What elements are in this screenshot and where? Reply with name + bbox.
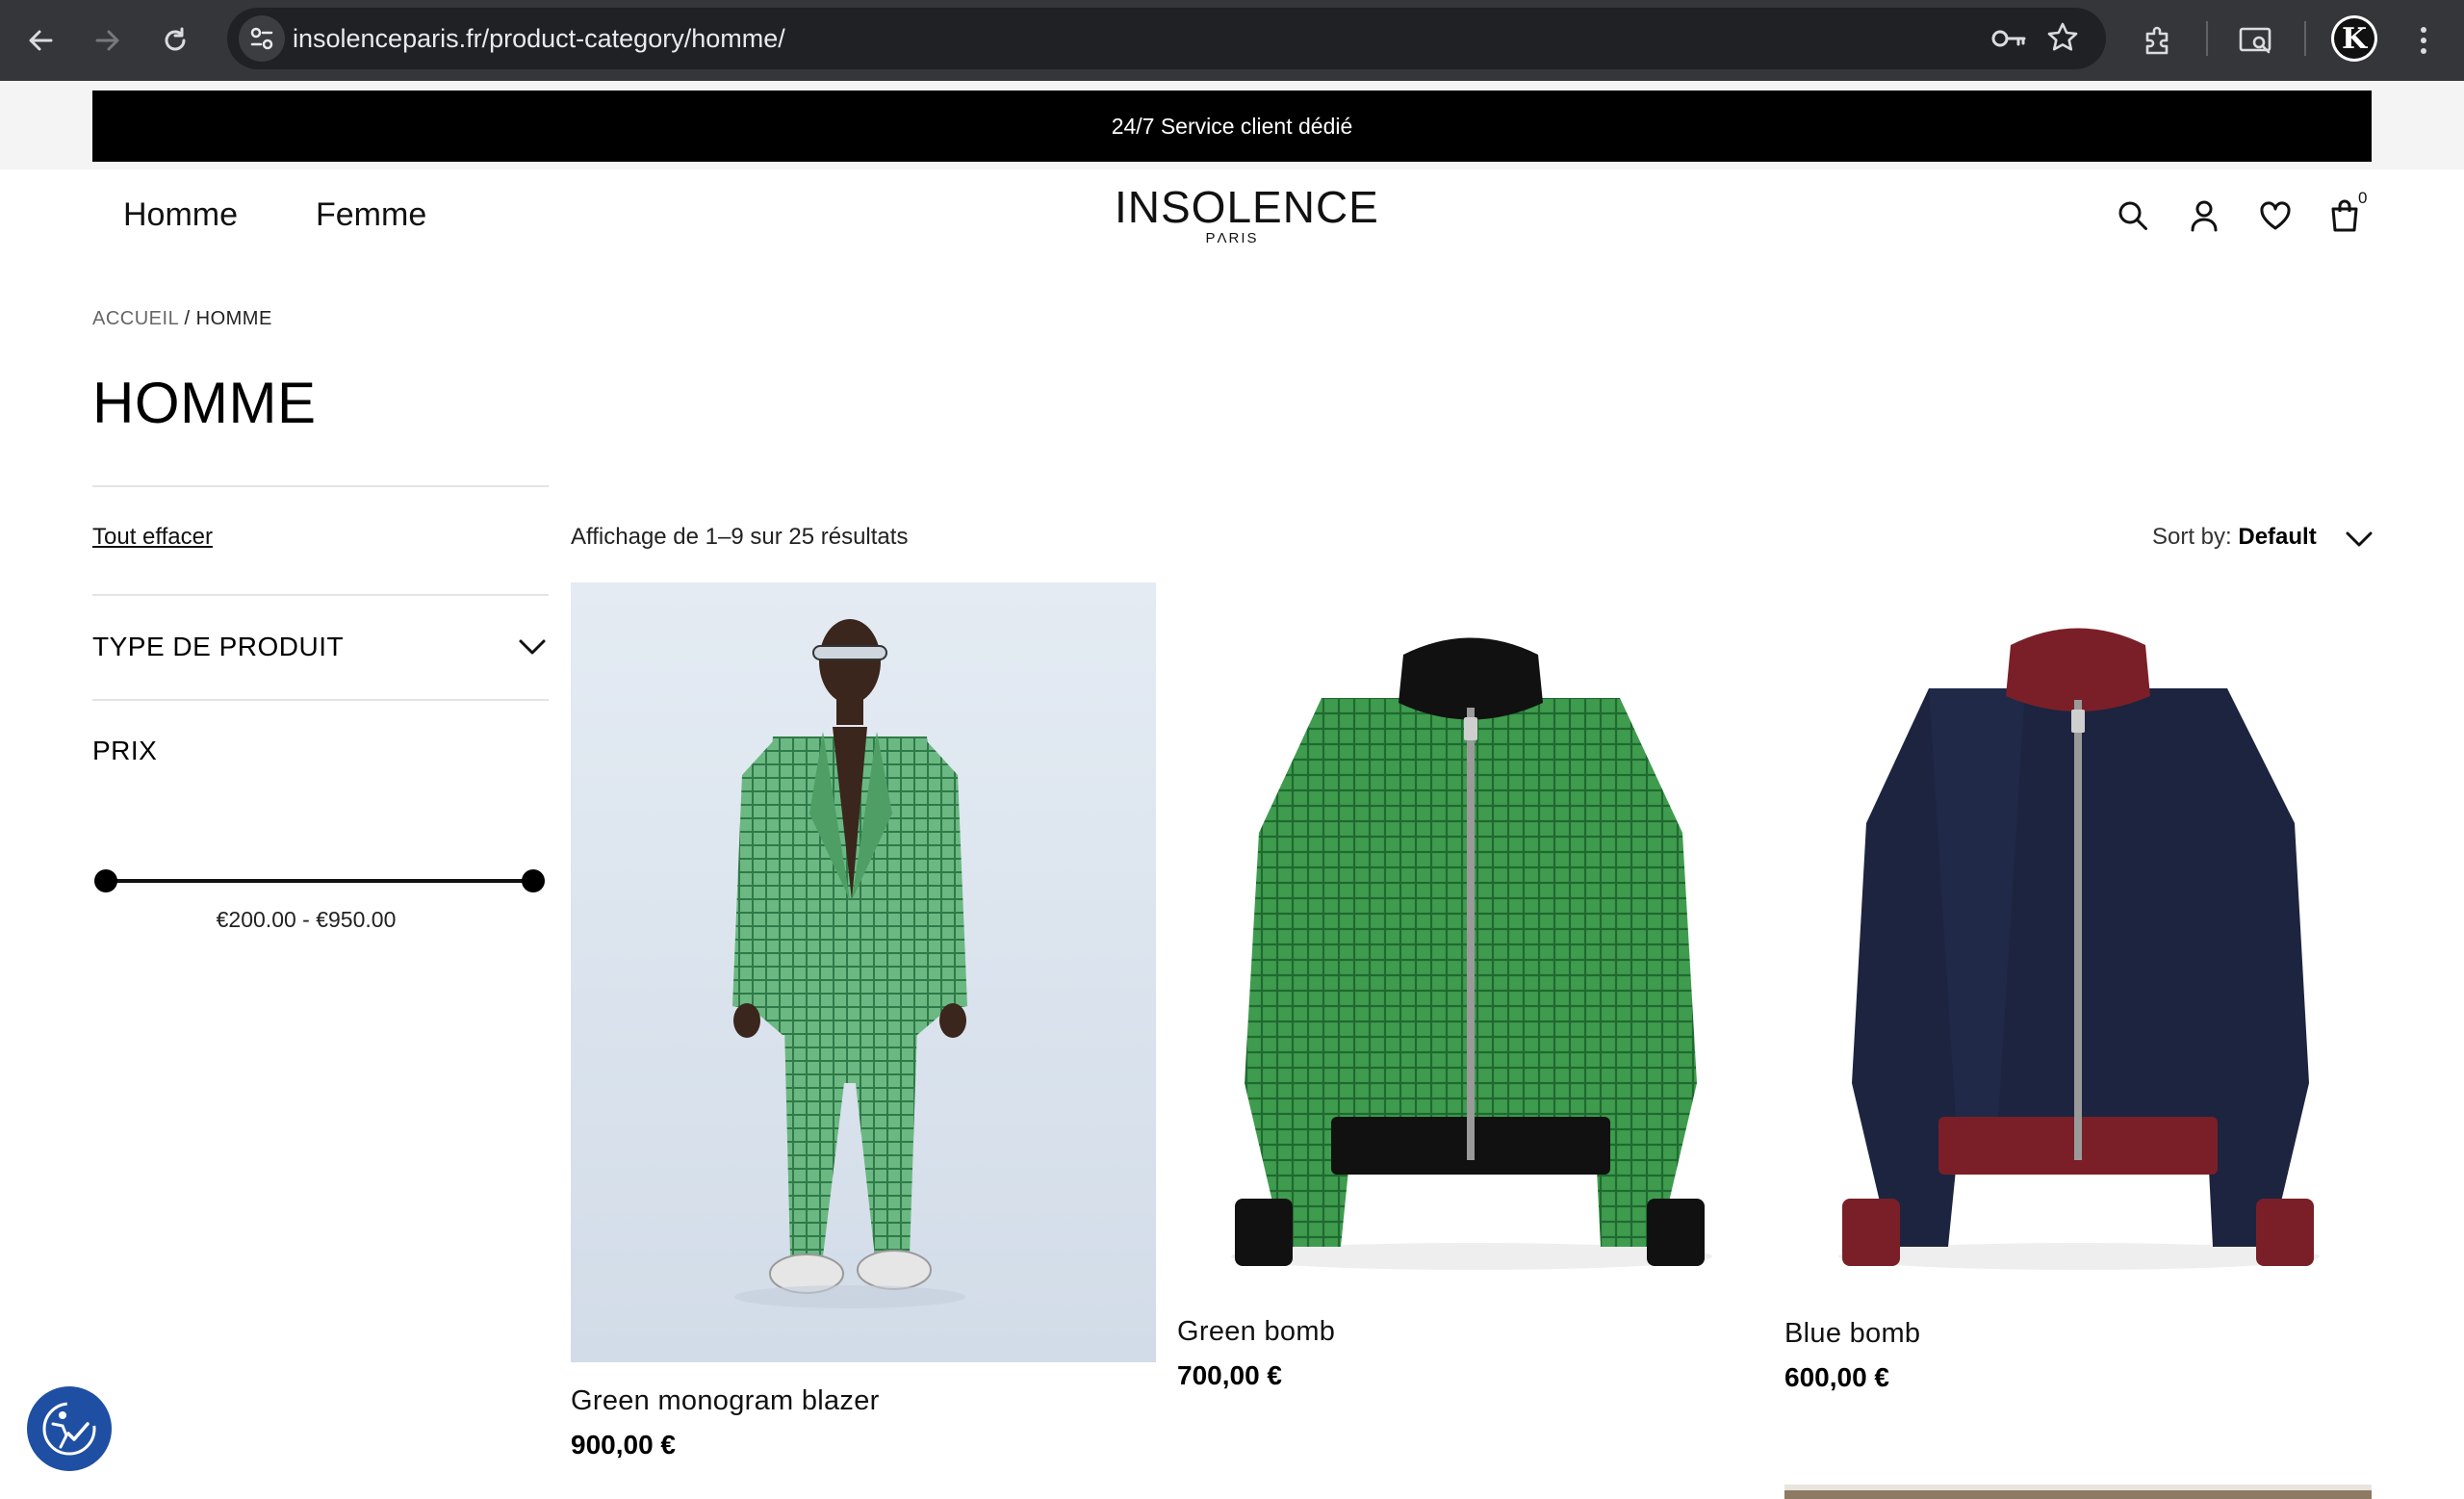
site-logo[interactable]: INSOLENCE PΛRIS xyxy=(1115,182,1379,246)
reload-icon xyxy=(165,27,186,51)
price-range-text: €200.00 - €950.00 xyxy=(216,907,397,932)
nav-link-femme[interactable]: Femme xyxy=(316,196,426,234)
sort-label: Sort by: xyxy=(2152,524,2232,550)
account-icon[interactable] xyxy=(2181,193,2227,239)
wishlist-heart-icon[interactable] xyxy=(2252,193,2298,239)
reload-button[interactable] xyxy=(152,17,198,64)
announcement-strip: 24/7 Service client dédié xyxy=(0,81,2464,169)
product-card[interactable]: Blue bomb 600,00 € xyxy=(1784,582,2372,1468)
address-bar[interactable]: insolenceparis.fr/product-category/homme… xyxy=(227,8,2106,69)
kebab-menu-icon xyxy=(2421,27,2426,54)
web-page: 24/7 Service client dédié Homme Femme IN… xyxy=(0,81,2464,1499)
product-name[interactable]: Green bomb xyxy=(1177,1316,1335,1348)
bookmark-star-icon[interactable] xyxy=(2046,21,2079,54)
slider-max-handle[interactable] xyxy=(522,869,545,892)
price-range-slider[interactable] xyxy=(94,866,545,895)
logo-subtext: PΛRIS xyxy=(1205,230,1259,246)
product-price: 700,00 € xyxy=(1177,1360,1282,1390)
clear-filters-link[interactable]: Tout effacer xyxy=(92,524,213,551)
slider-min-handle[interactable] xyxy=(94,869,117,892)
product-name[interactable]: Green monogram blazer xyxy=(571,1385,880,1417)
password-key-icon[interactable] xyxy=(1990,23,2027,54)
browser-toolbar: insolenceparis.fr/product-category/homme… xyxy=(0,0,2464,81)
sidebar-divider xyxy=(92,594,549,596)
toolbar-divider xyxy=(2304,21,2306,56)
sidebar-divider xyxy=(92,485,549,487)
breadcrumb-separator: / xyxy=(178,308,196,329)
forward-arrow-icon xyxy=(95,30,119,51)
sort-value: Default xyxy=(2238,524,2317,550)
chevron-down-icon[interactable] xyxy=(518,637,547,661)
lens-search-button[interactable] xyxy=(2231,15,2281,65)
logo-wordmark: INSOLENCE xyxy=(1115,182,1379,232)
profile-avatar[interactable]: K xyxy=(2331,15,2377,62)
product-card[interactable]: Green bomb 700,00 € xyxy=(1177,582,1762,1468)
puzzle-icon xyxy=(2145,26,2169,55)
product-price: 900,00 € xyxy=(571,1430,676,1460)
slider-track xyxy=(104,879,533,883)
forward-button[interactable] xyxy=(85,17,131,64)
sort-dropdown[interactable]: Sort by: Default xyxy=(2152,524,2317,551)
product-image-green-monogram-blazer[interactable] xyxy=(571,582,1156,1362)
cart-count-badge: 0 xyxy=(2358,189,2368,207)
product-price: 600,00 € xyxy=(1784,1362,1889,1392)
breadcrumb-link-accueil[interactable]: ACCUEIL xyxy=(92,308,178,329)
site-settings-icon[interactable] xyxy=(239,15,285,62)
facet-price-label: PRIX xyxy=(92,736,158,765)
breadcrumb-current: HOMME xyxy=(195,308,272,329)
page-title: HOMME xyxy=(92,371,317,435)
announcement-bar: 24/7 Service client dédié xyxy=(92,90,2372,162)
back-arrow-icon xyxy=(29,30,53,51)
chevron-down-icon[interactable] xyxy=(2345,530,2374,554)
announcement-text: 24/7 Service client dédié xyxy=(1111,113,1353,139)
product-image-green-bomb[interactable] xyxy=(1177,582,1762,1295)
back-button[interactable] xyxy=(17,17,64,64)
nav-link-homme[interactable]: Homme xyxy=(123,196,238,234)
profile-initial: K xyxy=(2334,18,2374,59)
facet-product-type-toggle[interactable]: TYPE DE PRODUIT xyxy=(92,632,344,662)
browser-menu-button[interactable] xyxy=(2399,15,2449,65)
next-product-image-peek-top xyxy=(1784,1485,2372,1490)
accessibility-button[interactable] xyxy=(27,1386,112,1471)
sidebar-divider xyxy=(92,699,549,701)
search-icon[interactable] xyxy=(2110,193,2156,239)
breadcrumb: ACCUEIL / HOMME xyxy=(92,308,272,330)
url-text[interactable]: insolenceparis.fr/product-category/homme… xyxy=(293,8,785,69)
extensions-button[interactable] xyxy=(2133,15,2183,65)
product-image-blue-bomb[interactable] xyxy=(1784,582,2372,1295)
toolbar-divider xyxy=(2206,21,2208,56)
result-count: Affichage de 1–9 sur 25 résultats xyxy=(571,524,909,550)
product-name[interactable]: Blue bomb xyxy=(1784,1318,1920,1350)
accessibility-icon xyxy=(42,1402,96,1456)
product-card[interactable]: Green monogram blazer 900,00 € xyxy=(571,582,1156,1468)
screen-search-icon xyxy=(2239,27,2272,54)
